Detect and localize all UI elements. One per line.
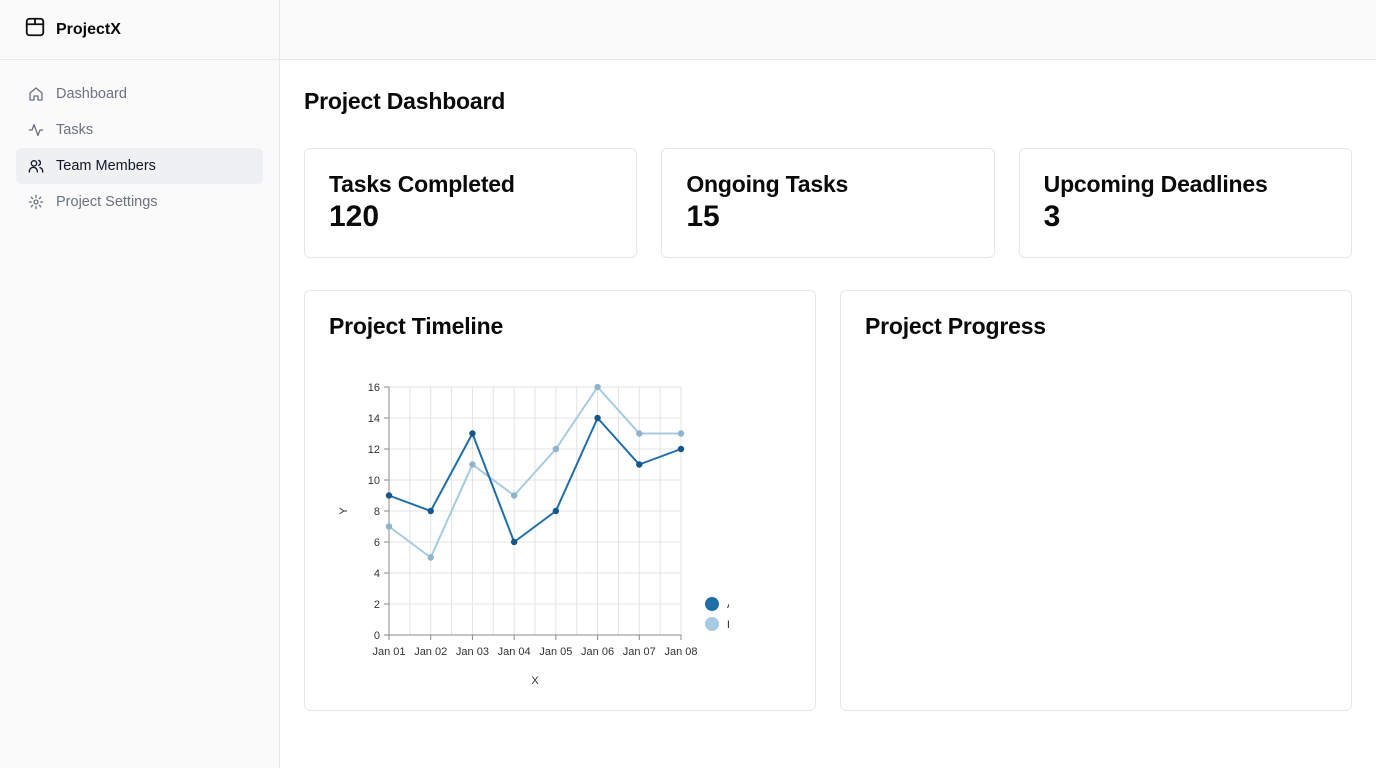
panel-title: Project Timeline: [329, 313, 504, 339]
sidebar-item-tasks[interactable]: Tasks: [16, 112, 263, 148]
data-point-a: [469, 430, 476, 437]
sidebar-item-label: Dashboard: [56, 86, 127, 102]
users-icon: [28, 158, 44, 174]
activity-icon: [28, 122, 44, 138]
x-tick-label: Jan 04: [498, 646, 531, 658]
legend-label-b: B: [727, 619, 729, 631]
stats-row: Tasks Completed 120 Ongoing Tasks 15 Upc…: [304, 148, 1352, 258]
timeline-chart: 0 2 4 6 8 10 12 14 16 Jan 01 Jan 02 Jan 03 Jan 04 Jan…: [338, 382, 729, 687]
legend-label-a: A: [727, 599, 729, 611]
stat-card-upcoming-deadlines: Upcoming Deadlines 3: [1018, 148, 1352, 258]
page-title: Project Dashboard: [304, 88, 506, 114]
data-point-b: [385, 523, 393, 530]
stat-card-tasks-completed: Tasks Completed 120: [304, 148, 638, 258]
data-point-b: [427, 554, 434, 561]
stat-value: 120: [329, 200, 380, 233]
y-tick-label: 4: [374, 568, 380, 580]
x-tick-label: Jan 03: [456, 646, 489, 658]
gear-icon: [28, 194, 44, 210]
data-point-b: [552, 445, 560, 453]
stat-value: 15: [686, 200, 720, 233]
data-point-a: [594, 414, 601, 422]
app-name: ProjectX: [56, 20, 121, 38]
sidebar-nav: Dashboard Tasks Team Members Project Set…: [0, 60, 279, 236]
y-tick-label: 0: [374, 630, 380, 642]
y-tick-label: 10: [368, 475, 380, 487]
y-tick-label: 12: [368, 444, 380, 456]
y-tick-label: 2: [374, 599, 380, 611]
x-tick-label: Jan 08: [664, 646, 697, 658]
data-point-b: [677, 430, 685, 437]
main-content: Project Dashboard Tasks Completed 120 On…: [304, 60, 1352, 711]
sidebar-item-label: Tasks: [56, 122, 94, 138]
home-icon: [28, 86, 44, 102]
sidebar-item-label: Project Settings: [56, 194, 158, 210]
data-point-b: [594, 383, 601, 391]
y-axis-title: Y: [338, 507, 350, 515]
brand[interactable]: ProjectX: [0, 0, 279, 60]
sidebar-item-project-settings[interactable]: Project Settings: [16, 184, 263, 220]
data-point-b: [469, 461, 476, 468]
stat-card-ongoing-tasks: Ongoing Tasks 15: [661, 148, 995, 258]
data-point-a: [427, 507, 434, 515]
data-point-a: [552, 507, 560, 515]
legend-swatch-a: [705, 597, 719, 611]
y-tick-label: 16: [368, 382, 380, 394]
sidebar-item-team-members[interactable]: Team Members: [16, 148, 263, 184]
panel-title: Project Progress: [865, 313, 1046, 339]
sidebar-item-dashboard[interactable]: Dashboard: [16, 76, 263, 112]
stat-label: Tasks Completed: [329, 171, 515, 197]
panels-row: Project Timeline 0 2 4 6 8 10 12 14 16 Jan 01 Jan …: [304, 290, 1352, 711]
project-timeline-panel: Project Timeline 0 2 4 6 8 10 12 14 16 Jan 01 Jan …: [304, 290, 816, 711]
sidebar-item-label: Team Members: [56, 158, 156, 174]
stat-label: Ongoing Tasks: [686, 171, 849, 197]
data-point-a: [677, 445, 685, 453]
y-tick-label: 6: [374, 537, 380, 549]
data-point-a: [636, 461, 643, 468]
data-point-b: [636, 430, 643, 437]
x-axis-title: X: [531, 675, 539, 687]
data-point-a: [510, 538, 518, 546]
project-progress-panel: Project Progress: [840, 290, 1352, 711]
stat-value: 3: [1043, 200, 1061, 233]
top-bar: [280, 0, 1376, 60]
y-tick-label: 8: [374, 506, 380, 518]
x-tick-label: Jan 05: [539, 646, 572, 658]
x-tick-label: Jan 06: [581, 646, 614, 658]
y-tick-label: 14: [368, 413, 380, 425]
stat-label: Upcoming Deadlines: [1043, 171, 1268, 197]
x-tick-label: Jan 07: [623, 646, 656, 658]
box-icon: [24, 16, 56, 43]
x-tick-label: Jan 01: [372, 646, 405, 658]
legend-swatch-b: [705, 617, 719, 631]
sidebar: ProjectX Dashboard Tasks Team Members Pr…: [0, 0, 280, 768]
data-point-a: [385, 492, 393, 499]
x-tick-label: Jan 02: [414, 646, 447, 658]
data-point-b: [510, 492, 518, 499]
